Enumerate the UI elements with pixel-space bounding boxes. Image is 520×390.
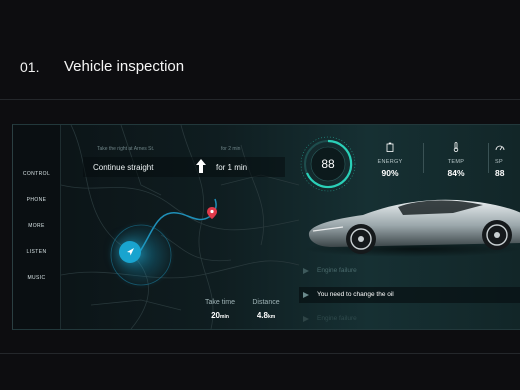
speed-metric-label: SP [495, 159, 503, 165]
divider-top [0, 99, 520, 100]
metric-divider [423, 143, 424, 173]
alert-text: You need to change the oil [317, 291, 394, 298]
alert-text: Engine failure [317, 315, 357, 322]
speed-icon [495, 145, 505, 151]
navigation-instruction-bar: Continue straight for 1 min [83, 157, 285, 177]
energy-label: ENERGY [377, 159, 403, 165]
sidebar-item-music[interactable]: MUSIC [13, 275, 60, 281]
instruction-text: Continue straight [93, 163, 154, 172]
energy-metric: ENERGY 90% [365, 139, 415, 178]
location-button[interactable] [119, 241, 141, 263]
alert-item-active[interactable]: You need to change the oil [299, 287, 520, 303]
sidebar-item-listen[interactable]: LISTEN [13, 249, 60, 255]
instruction-time: for 1 min [216, 163, 248, 172]
temp-metric: TEMP 84% [431, 139, 481, 178]
map-pin-icon [207, 207, 217, 219]
sidebar-item-more[interactable]: MORE [13, 223, 60, 229]
alert-item[interactable]: Engine failure [299, 263, 520, 279]
speed-metric: SP 88 [495, 139, 520, 178]
sidebar-item-control[interactable]: CONTROL [13, 171, 60, 177]
temp-label: TEMP [447, 159, 465, 165]
play-icon [303, 292, 309, 298]
battery-icon [386, 142, 394, 152]
section-index: 01. [20, 59, 40, 75]
next-turn-hint: Take the right at Arnes St. [97, 146, 155, 152]
energy-value: 90% [381, 168, 399, 178]
alert-text: Engine failure [317, 267, 357, 274]
speed-metric-value: 88 [495, 168, 505, 178]
metric-divider [488, 143, 489, 173]
speed-value: 88 [321, 157, 335, 171]
distance-label: Distance [252, 299, 280, 306]
page-title: Vehicle inspection [64, 58, 185, 75]
play-icon [303, 268, 309, 274]
car-image [303, 199, 520, 257]
sidebar-item-phone[interactable]: PHONE [13, 197, 60, 203]
distance-value: 4.8km [256, 311, 276, 320]
rear-wheel [482, 220, 512, 250]
temp-value: 84% [447, 168, 465, 178]
arrow-up-icon [196, 159, 206, 173]
dashboard-panel: CONTROL PHONE MORE LISTEN MUSIC Take the… [12, 124, 520, 330]
front-wheel [346, 224, 376, 254]
play-icon [303, 316, 309, 322]
next-turn-duration: for 2 min [221, 146, 241, 152]
navigation-arrow-icon [127, 248, 134, 256]
divider-bottom [0, 353, 520, 354]
thermometer-icon [453, 142, 459, 152]
map-area[interactable]: Take the right at Arnes St. for 2 min Co… [61, 125, 299, 329]
alert-item[interactable]: Engine failure [299, 311, 520, 327]
sidebar: CONTROL PHONE MORE LISTEN MUSIC [13, 125, 61, 329]
